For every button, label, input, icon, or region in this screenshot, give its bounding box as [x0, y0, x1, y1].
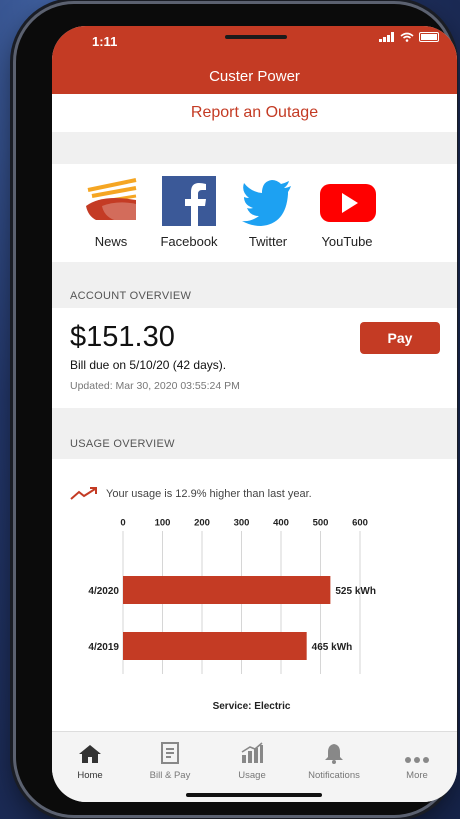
account-overview-card: $151.30 Bill due on 5/10/20 (42 days). U…: [52, 308, 457, 408]
social-news[interactable]: News: [76, 176, 146, 249]
status-time: 1:11: [92, 34, 118, 49]
bill-due-text: Bill due on 5/10/20 (42 days).: [70, 358, 227, 372]
pay-button[interactable]: Pay: [360, 322, 440, 354]
usage-bar: [123, 576, 331, 604]
social-youtube[interactable]: YouTube: [311, 176, 383, 249]
social-label: YouTube: [321, 234, 373, 249]
app-screen: 1:11 Custer Power Report an Outage News …: [52, 26, 457, 802]
tab-bill-pay[interactable]: Bill & Pay: [130, 742, 210, 781]
x-axis-label: Service: Electric: [213, 701, 291, 712]
x-tick-label: 600: [352, 519, 368, 528]
balance-amount: $151.30: [70, 321, 175, 353]
bar-value-label: 465 kWh: [312, 642, 353, 653]
tab-label: Usage: [238, 770, 266, 781]
usage-bar: [123, 632, 307, 660]
home-icon: [79, 745, 101, 763]
status-icons: [379, 32, 439, 42]
category-label: 4/2020: [88, 586, 119, 597]
x-tick-label: 300: [234, 519, 250, 528]
more-dots-icon: [405, 757, 429, 763]
tab-label: Notifications: [308, 770, 360, 781]
phone-frame: 1:11 Custer Power Report an Outage News …: [16, 4, 457, 815]
usage-overview-card: Your usage is 12.9% higher than last yea…: [52, 459, 457, 731]
x-tick-label: 0: [120, 519, 125, 528]
app-header: 1:11 Custer Power: [52, 26, 457, 94]
notch-indicator: [225, 35, 287, 39]
tab-more[interactable]: More: [377, 742, 457, 781]
social-links: News Facebook Twitter YouTube: [52, 164, 457, 262]
tab-label: Home: [77, 770, 103, 781]
bar-value-label: 525 kWh: [335, 586, 376, 597]
x-tick-label: 100: [155, 519, 171, 528]
tab-label: Bill & Pay: [149, 770, 191, 781]
app-title: Custer Power: [209, 68, 300, 85]
facebook-icon: [162, 176, 216, 226]
twitter-icon: [241, 176, 295, 226]
tab-usage[interactable]: Usage: [212, 742, 292, 781]
bill-icon: [161, 742, 179, 764]
account-overview-heading: ACCOUNT OVERVIEW: [70, 290, 192, 302]
trend-up-icon: [70, 487, 97, 500]
x-tick-label: 400: [273, 519, 289, 528]
report-outage-button[interactable]: Report an Outage: [52, 94, 457, 132]
usage-bar-chart: 0 100 200 300 400 500 600 4/2020 525 kWh 4/2019 46…: [88, 519, 376, 712]
social-label: Facebook: [160, 234, 218, 249]
bell-icon: [325, 744, 343, 764]
signal-icon: [379, 32, 394, 42]
youtube-icon: [320, 176, 376, 226]
battery-icon: [419, 32, 439, 42]
tab-notifications[interactable]: Notifications: [294, 742, 374, 781]
social-twitter[interactable]: Twitter: [233, 176, 303, 249]
x-tick-label: 500: [313, 519, 329, 528]
social-label: Twitter: [248, 234, 288, 249]
usage-trend-text: Your usage is 12.9% higher than last yea…: [106, 488, 312, 500]
usage-chart-icon: [241, 742, 263, 763]
bottom-tab-bar: Home Bill & Pay Usage Notifications More: [52, 731, 457, 802]
home-indicator: [186, 793, 322, 797]
usage-overview-heading: USAGE OVERVIEW: [70, 438, 175, 450]
updated-timestamp: Updated: Mar 30, 2020 03:55:24 PM: [70, 380, 240, 392]
tab-home[interactable]: Home: [52, 742, 130, 781]
social-label: News: [94, 234, 128, 249]
category-label: 4/2019: [88, 642, 119, 653]
tab-label: More: [406, 770, 428, 781]
social-facebook[interactable]: Facebook: [154, 176, 224, 249]
x-tick-label: 200: [194, 519, 210, 528]
wifi-icon: [400, 32, 414, 42]
news-sunrise-icon: [84, 176, 138, 226]
usage-trend: Your usage is 12.9% higher than last yea…: [70, 487, 312, 501]
